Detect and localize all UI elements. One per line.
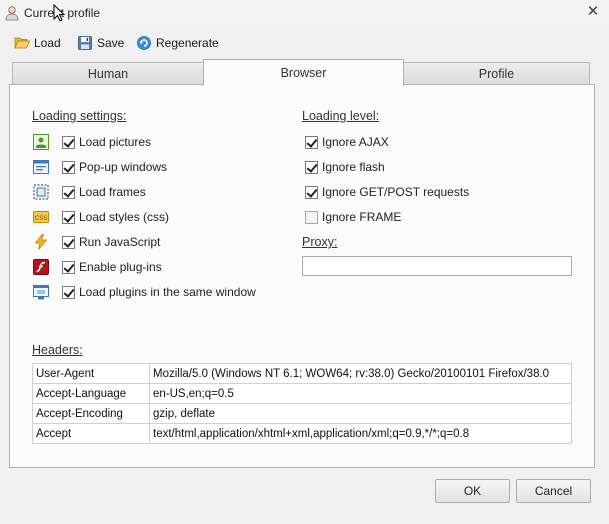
load-styles-row: CSS Load styles (css) xyxy=(33,208,256,226)
ignore-get-post-label: Ignore GET/POST requests xyxy=(322,185,470,199)
run-javascript-checkbox[interactable] xyxy=(62,235,75,249)
save-button[interactable]: Save xyxy=(77,33,124,53)
load-button-label: Load xyxy=(34,36,61,50)
ignore-get-post-row: Ignore GET/POST requests xyxy=(305,183,469,201)
frames-icon xyxy=(33,184,49,200)
cancel-button[interactable]: Cancel xyxy=(516,479,591,503)
headers-table: User-Agent Mozilla/5.0 (Windows NT 6.1; … xyxy=(32,363,572,444)
regenerate-button-label: Regenerate xyxy=(156,36,219,50)
save-button-label: Save xyxy=(97,36,125,50)
header-value-cell[interactable]: Mozilla/5.0 (Windows NT 6.1; WOW64; rv:3… xyxy=(149,363,572,384)
header-name-cell[interactable]: Accept-Language xyxy=(32,383,150,404)
enable-plugins-checkbox[interactable] xyxy=(62,260,75,274)
load-frames-label: Load frames xyxy=(79,185,146,199)
ignore-flash-row: Ignore flash xyxy=(305,158,469,176)
headers-title: Headers: xyxy=(32,343,83,357)
popup-windows-row: Pop-up windows xyxy=(33,158,256,176)
picture-icon xyxy=(33,134,49,150)
user-icon xyxy=(5,6,19,21)
loading-level-list: Ignore AJAX Ignore flash Ignore GET/POST… xyxy=(305,133,469,226)
refresh-icon xyxy=(137,36,151,50)
load-plugins-same-window-checkbox[interactable] xyxy=(62,285,75,299)
popup-windows-label: Pop-up windows xyxy=(79,160,168,174)
header-value-cell[interactable]: text/html,application/xhtml+xml,applicat… xyxy=(149,423,572,444)
ignore-frame-label: Ignore FRAME xyxy=(322,210,402,224)
folder-open-icon xyxy=(14,37,30,49)
table-row[interactable]: Accept-Language en-US,en;q=0.5 xyxy=(32,383,572,404)
load-frames-row: Load frames xyxy=(33,183,256,201)
header-name-cell[interactable]: Accept xyxy=(32,423,150,444)
header-name-cell[interactable]: User-Agent xyxy=(32,363,150,384)
ignore-flash-checkbox[interactable] xyxy=(305,160,318,174)
enable-plugins-label: Enable plug-ins xyxy=(79,260,162,274)
loading-settings-title: Loading settings: xyxy=(32,109,127,123)
proxy-input[interactable] xyxy=(302,256,572,276)
popup-windows-checkbox[interactable] xyxy=(62,160,75,174)
load-styles-label: Load styles (css) xyxy=(79,210,170,224)
load-plugins-same-window-label: Load plugins in the same window xyxy=(79,285,256,299)
load-pictures-label: Load pictures xyxy=(79,135,152,149)
plugin-window-icon xyxy=(33,285,49,300)
ignore-frame-checkbox[interactable] xyxy=(305,210,318,224)
regenerate-button[interactable]: Regenerate xyxy=(136,33,219,53)
lightning-icon xyxy=(34,234,48,250)
load-plugins-same-window-row: Load plugins in the same window xyxy=(33,283,256,301)
load-frames-checkbox[interactable] xyxy=(62,185,75,199)
enable-plugins-row: Enable plug-ins xyxy=(33,258,256,276)
close-icon[interactable]: ✕ xyxy=(585,4,601,20)
tab-browser[interactable]: Browser xyxy=(203,59,404,86)
load-pictures-checkbox[interactable] xyxy=(62,135,75,149)
load-pictures-row: Load pictures xyxy=(33,133,256,151)
table-row[interactable]: Accept text/html,application/xhtml+xml,a… xyxy=(32,423,572,444)
ignore-flash-label: Ignore flash xyxy=(322,160,385,174)
run-javascript-label: Run JavaScript xyxy=(79,235,161,249)
run-javascript-row: Run JavaScript xyxy=(33,233,256,251)
popup-window-icon xyxy=(33,160,49,174)
mouse-cursor-icon xyxy=(53,4,65,22)
css-icon: CSS xyxy=(33,211,49,223)
header-name-cell[interactable]: Accept-Encoding xyxy=(32,403,150,424)
ok-button[interactable]: OK xyxy=(435,479,510,503)
floppy-disk-icon xyxy=(78,36,92,50)
proxy-label: Proxy: xyxy=(302,235,338,249)
load-button[interactable]: Load xyxy=(14,33,61,53)
tab-profile[interactable]: Profile xyxy=(403,62,590,84)
ignore-ajax-label: Ignore AJAX xyxy=(322,135,389,149)
loading-settings-list: Load pictures Pop-up windows Load frames… xyxy=(33,133,256,301)
loading-level-title: Loading level: xyxy=(302,109,380,123)
ignore-ajax-row: Ignore AJAX xyxy=(305,133,469,151)
header-value-cell[interactable]: gzip, deflate xyxy=(149,403,572,424)
table-row[interactable]: Accept-Encoding gzip, deflate xyxy=(32,403,572,424)
load-styles-checkbox[interactable] xyxy=(62,210,75,224)
tab-human[interactable]: Human xyxy=(12,62,204,84)
ignore-ajax-checkbox[interactable] xyxy=(305,135,318,149)
flash-plugin-icon xyxy=(33,259,49,275)
table-row[interactable]: User-Agent Mozilla/5.0 (Windows NT 6.1; … xyxy=(32,363,572,384)
svg-text:CSS: CSS xyxy=(35,214,48,222)
ignore-frame-row: Ignore FRAME xyxy=(305,208,469,226)
header-value-cell[interactable]: en-US,en;q=0.5 xyxy=(149,383,572,404)
ignore-get-post-checkbox[interactable] xyxy=(305,185,318,199)
